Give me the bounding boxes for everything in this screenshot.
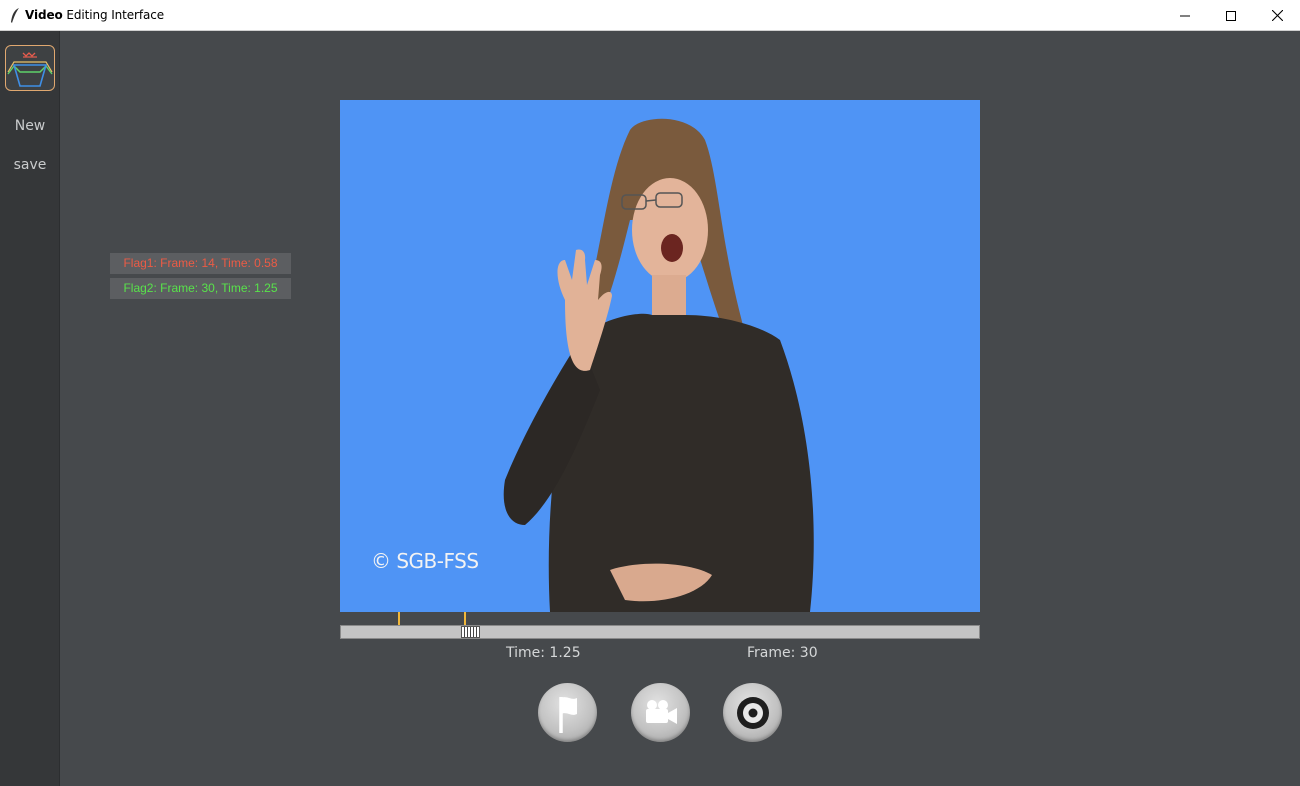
video-camera-icon (645, 699, 677, 724)
time-readout: Time: 1.25 (506, 645, 581, 661)
maximize-icon (1226, 10, 1236, 21)
video-frame-person (503, 118, 814, 612)
add-flag-button[interactable] (538, 683, 597, 742)
timeline-scrubber[interactable] (340, 625, 980, 639)
feather-icon (11, 8, 19, 23)
scrubber-handle[interactable] (461, 626, 480, 638)
video-player[interactable]: © SGB-FSS (340, 100, 980, 612)
minimize-icon (1180, 15, 1190, 16)
sidebar: New save (0, 31, 60, 786)
new-button[interactable]: New (0, 118, 60, 134)
close-button[interactable] (1254, 0, 1300, 31)
flag2-label[interactable]: Flag2: Frame: 30, Time: 1.25 (110, 278, 291, 299)
save-button[interactable]: save (0, 157, 60, 173)
record-button[interactable] (723, 683, 782, 742)
flag1-marker[interactable] (398, 612, 400, 625)
flag2-marker[interactable] (464, 612, 466, 625)
close-icon (1271, 10, 1283, 21)
flag1-label[interactable]: Flag1: Frame: 14, Time: 0.58 (110, 253, 291, 274)
wave-logo-icon (7, 52, 53, 87)
flag-icon (558, 696, 577, 733)
record-icon (736, 696, 769, 729)
frame-readout: Frame: 30 (747, 645, 818, 661)
title-bar: Video Editing Interface (0, 0, 1300, 31)
video-watermark: © SGB-FSS (371, 549, 479, 573)
app-logo[interactable] (5, 45, 55, 91)
window-title: Video Editing Interface (25, 8, 165, 22)
minimize-button[interactable] (1162, 0, 1208, 31)
maximize-button[interactable] (1208, 0, 1254, 31)
camera-button[interactable] (631, 683, 690, 742)
